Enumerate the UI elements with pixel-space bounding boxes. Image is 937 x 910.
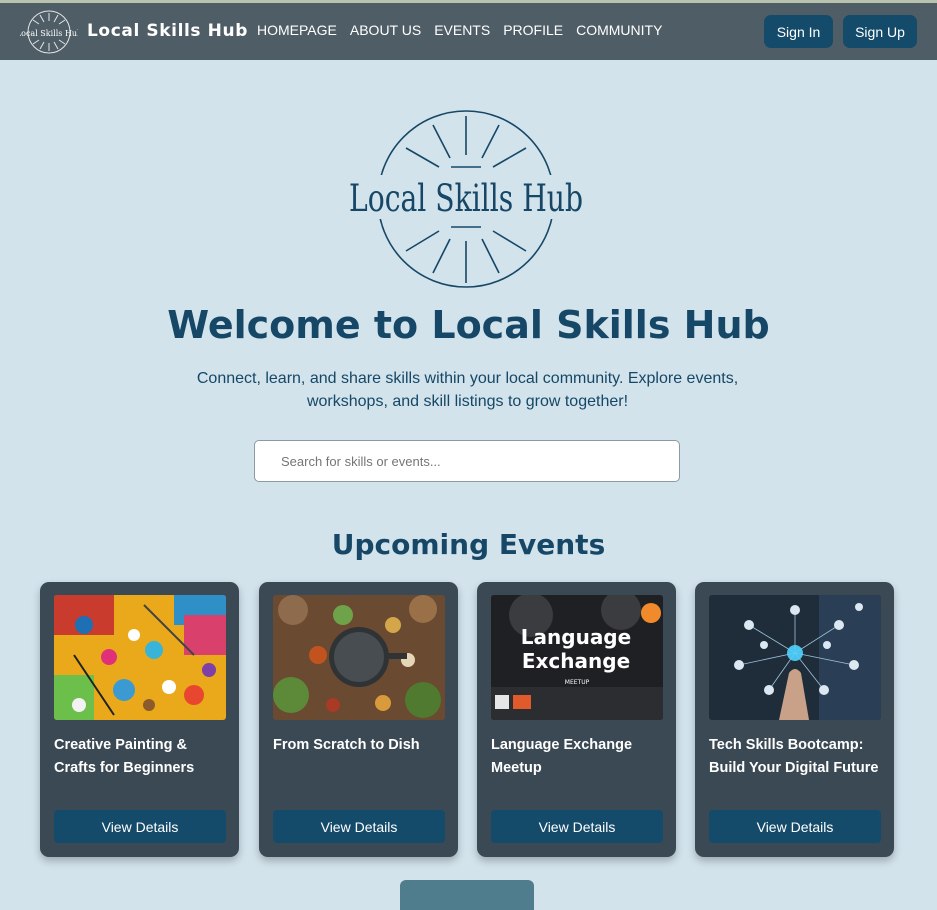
upcoming-events-heading: Upcoming Events [331,528,606,561]
craft-supplies-image [54,595,226,720]
event-card-title: From Scratch to Dish [273,737,420,753]
event-card-title: Creative Painting & Crafts for Beginners [54,737,195,776]
nav-link-about-us[interactable]: ABOUT US [350,22,421,38]
event-card-title: Tech Skills Bootcamp: Build Your Digital… [709,737,879,776]
view-details-button[interactable]: View Details [273,810,445,843]
hero-subtitle: Connect, learn, and share skills within … [196,370,739,410]
view-details-button[interactable]: View Details [54,810,226,843]
language-exchange-image: Language Exchange MEETUP [491,595,663,720]
logo-text: Local Skills Hub [20,29,78,38]
nav-link-events[interactable]: EVENTS [434,22,490,38]
hero-logo-text: Local Skills Hub [349,177,583,220]
language-exchange-image-subtext: MEETUP [564,679,590,686]
site-logo-icon[interactable]: Local Skills Hub [20,8,78,56]
sign-up-button[interactable]: Sign Up [843,15,917,48]
tech-network-image [709,595,881,720]
sign-in-button[interactable]: Sign In [764,15,833,48]
navbar: Local Skills Hub Local Skills Hub HOMEPA… [0,0,937,60]
nav-link-homepage[interactable]: HOMEPAGE [257,22,337,38]
language-exchange-image-text: Language Exchange [520,625,632,673]
event-card: From Scratch to Dish View Details [259,582,458,857]
event-card-title: Language Exchange Meetup [491,737,633,776]
brand-name[interactable]: Local Skills Hub [87,21,248,41]
view-all-events-button[interactable] [400,880,534,910]
nav-link-profile[interactable]: PROFILE [503,22,563,38]
main-nav: HOMEPAGE ABOUT US EVENTS PROFILE COMMUNI… [257,22,675,38]
search-input[interactable] [254,440,680,482]
cooking-ingredients-image [273,595,445,720]
event-card: Creative Painting & Crafts for Beginners… [40,582,239,857]
nav-link-community[interactable]: COMMUNITY [576,22,662,38]
event-card: Tech Skills Bootcamp: Build Your Digital… [695,582,894,857]
view-details-button[interactable]: View Details [709,810,881,843]
event-card: Language Exchange MEETUP Language Exchan… [477,582,676,857]
hero-title: Welcome to Local Skills Hub [167,303,770,347]
view-details-button[interactable]: View Details [491,810,663,843]
hero-logo-icon: Local Skills Hub [346,110,586,288]
